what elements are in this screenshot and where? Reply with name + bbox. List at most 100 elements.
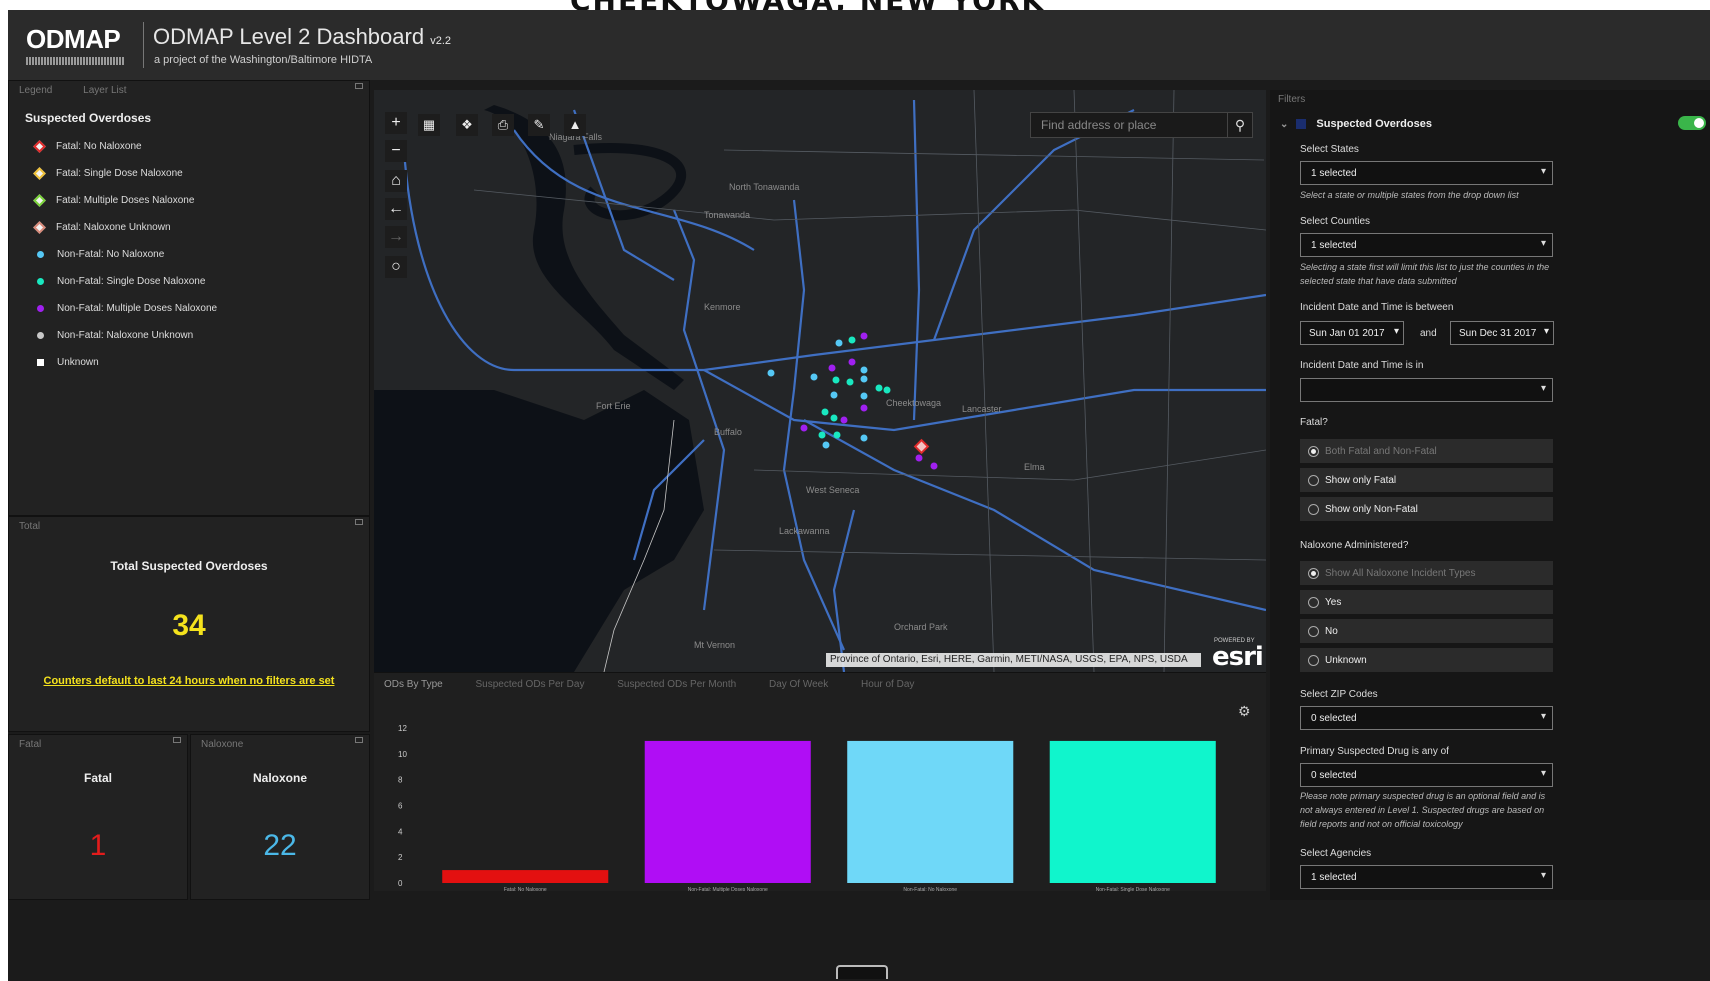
start-date-value: Sun Jan 01 2017 — [1309, 328, 1385, 339]
home-icon: ⌂ — [391, 172, 401, 189]
caret-down-icon: ▾ — [1393, 326, 1399, 337]
print-button[interactable]: ⎙ — [492, 114, 514, 136]
radio-naloxone-yes[interactable]: Yes — [1300, 590, 1553, 614]
maximize-icon[interactable] — [355, 519, 363, 525]
layers-icon: ❖ — [461, 117, 473, 132]
x-tick-label: Non-Fatal: No Naloxone — [903, 887, 957, 892]
radio-icon — [1308, 445, 1319, 457]
agencies-value: 1 selected — [1311, 872, 1357, 883]
back-button[interactable]: ← — [385, 198, 407, 220]
zip-dropdown[interactable]: 0 selected ▾ — [1300, 706, 1553, 730]
radio-only-fatal[interactable]: Show only Fatal — [1300, 468, 1553, 492]
select-counties-note: Selecting a state first will limit this … — [1300, 262, 1550, 286]
y-tick-label: 2 — [398, 853, 403, 862]
tab-fatal[interactable]: Fatal — [19, 739, 41, 750]
address-search-input[interactable]: Find address or place — [1030, 112, 1230, 138]
incident-marker — [767, 369, 775, 377]
date-in-dropdown[interactable]: ▾ — [1300, 378, 1553, 402]
dashboard: ODMAP ODMAP Level 2 Dashboard v2.2 a pro… — [8, 10, 1710, 981]
caret-down-icon: ▾ — [1540, 768, 1546, 779]
zoom-out-button[interactable]: − — [385, 140, 407, 162]
y-tick-label: 12 — [398, 724, 407, 733]
map-attribution: Province of Ontario, Esri, HERE, Garmin,… — [826, 653, 1201, 667]
incident-marker — [835, 339, 843, 347]
select-states-label: Select States — [1300, 144, 1359, 155]
naloxone-tabs: Naloxone — [191, 735, 369, 755]
layer-label: Suspected Overdoses — [1316, 118, 1432, 130]
draw-button[interactable]: ✎ — [528, 114, 550, 136]
legend-item: Non-Fatal: Single Dose Naloxone — [9, 268, 369, 295]
logo-stripe — [26, 57, 124, 65]
start-date-picker[interactable]: Sun Jan 01 2017 ▾ — [1300, 321, 1404, 345]
radio-naloxone-no[interactable]: No — [1300, 619, 1553, 643]
arrow-right-icon: → — [388, 228, 404, 245]
legend-label: Fatal: Multiple Doses Naloxone — [56, 195, 195, 206]
radio-label: Yes — [1325, 596, 1342, 608]
home-button[interactable]: ⌂ — [385, 170, 407, 192]
legend-label: Non-Fatal: Naloxone Unknown — [57, 330, 194, 341]
legend-item: Unknown — [9, 349, 369, 376]
maximize-icon[interactable] — [355, 83, 363, 89]
legend-item: Fatal: Naloxone Unknown — [9, 214, 369, 241]
counter-note: Counters default to last 24 hours when n… — [43, 675, 335, 687]
select-counties-dropdown[interactable]: 1 selected ▾ — [1300, 233, 1553, 257]
chevron-down-icon[interactable]: ⌄ — [1280, 119, 1288, 130]
total-count: 34 — [172, 609, 206, 642]
radio-only-non-fatal[interactable]: Show only Non-Fatal — [1300, 497, 1553, 521]
tab-naloxone[interactable]: Naloxone — [201, 739, 243, 750]
maximize-icon[interactable] — [355, 737, 363, 743]
zoom-in-button[interactable]: + — [385, 112, 407, 134]
tab-layer-list[interactable]: Layer List — [83, 85, 126, 96]
legend-label: Non-Fatal: Single Dose Naloxone — [57, 276, 206, 287]
drug-dropdown[interactable]: 0 selected ▾ — [1300, 763, 1553, 787]
agencies-label: Select Agencies — [1300, 848, 1372, 859]
bar[interactable] — [847, 740, 1014, 883]
radio-icon — [1308, 625, 1319, 637]
incident-marker — [840, 416, 848, 424]
end-date-picker[interactable]: Sun Dec 31 2017 ▾ — [1450, 321, 1554, 345]
dot-icon — [37, 332, 44, 339]
layers-button[interactable]: ❖ — [456, 114, 478, 136]
incident-marker — [810, 373, 818, 381]
x-tick-label: Fatal: No Naloxone — [504, 887, 547, 892]
label-lackawanna: Lackawanna — [779, 526, 830, 536]
date-and-label: and — [1420, 328, 1437, 339]
radio-all-naloxone[interactable]: Show All Naloxone Incident Types — [1300, 561, 1553, 585]
map-view[interactable]: North Tonawanda Tonawanda Kenmore Cheekt… — [374, 90, 1266, 672]
bar[interactable] — [1049, 740, 1216, 883]
incident-marker — [875, 384, 883, 392]
basemap: North Tonawanda Tonawanda Kenmore Cheekt… — [374, 90, 1266, 672]
date-in-label: Incident Date and Time is in — [1300, 360, 1424, 371]
tab-total[interactable]: Total — [19, 521, 40, 532]
caret-down-icon: ▾ — [1543, 326, 1549, 337]
legend-item: Non-Fatal: Naloxone Unknown — [9, 322, 369, 349]
y-tick-label: 0 — [398, 879, 403, 888]
search-button[interactable]: ⚲ — [1227, 112, 1253, 138]
bar[interactable] — [442, 870, 609, 883]
radio-icon — [1308, 654, 1319, 666]
measure-button[interactable]: ▲ — [564, 114, 586, 136]
forward-button[interactable]: → — [385, 226, 407, 248]
select-states-dropdown[interactable]: 1 selected ▾ — [1300, 161, 1553, 185]
maximize-icon[interactable] — [173, 737, 181, 743]
tab-legend[interactable]: Legend — [19, 85, 52, 96]
agencies-dropdown[interactable]: 1 selected ▾ — [1300, 865, 1553, 889]
caret-down-icon: ▾ — [1540, 711, 1546, 722]
filters-tab[interactable]: Filters — [1270, 90, 1710, 110]
esri-logo: esri — [1212, 642, 1264, 672]
expand-panel-tab[interactable] — [836, 965, 888, 979]
incident-marker — [848, 358, 856, 366]
y-tick-label: 6 — [398, 802, 403, 811]
basemap-gallery-button[interactable]: ▦ — [418, 114, 440, 136]
incident-marker — [860, 332, 868, 340]
locate-button[interactable]: ○ — [385, 256, 407, 278]
label-cheektowaga: Cheektowaga — [886, 398, 941, 408]
radio-both-fatal[interactable]: Both Fatal and Non-Fatal — [1300, 439, 1553, 463]
legend-tabs: Legend Layer List — [9, 81, 369, 101]
naloxone-filter-label: Naloxone Administered? — [1300, 540, 1409, 551]
radio-naloxone-unknown[interactable]: Unknown — [1300, 648, 1553, 672]
bar[interactable] — [644, 740, 811, 883]
layer-toggle[interactable] — [1678, 116, 1706, 130]
incident-marker — [915, 454, 923, 462]
y-tick-label: 4 — [398, 827, 403, 836]
